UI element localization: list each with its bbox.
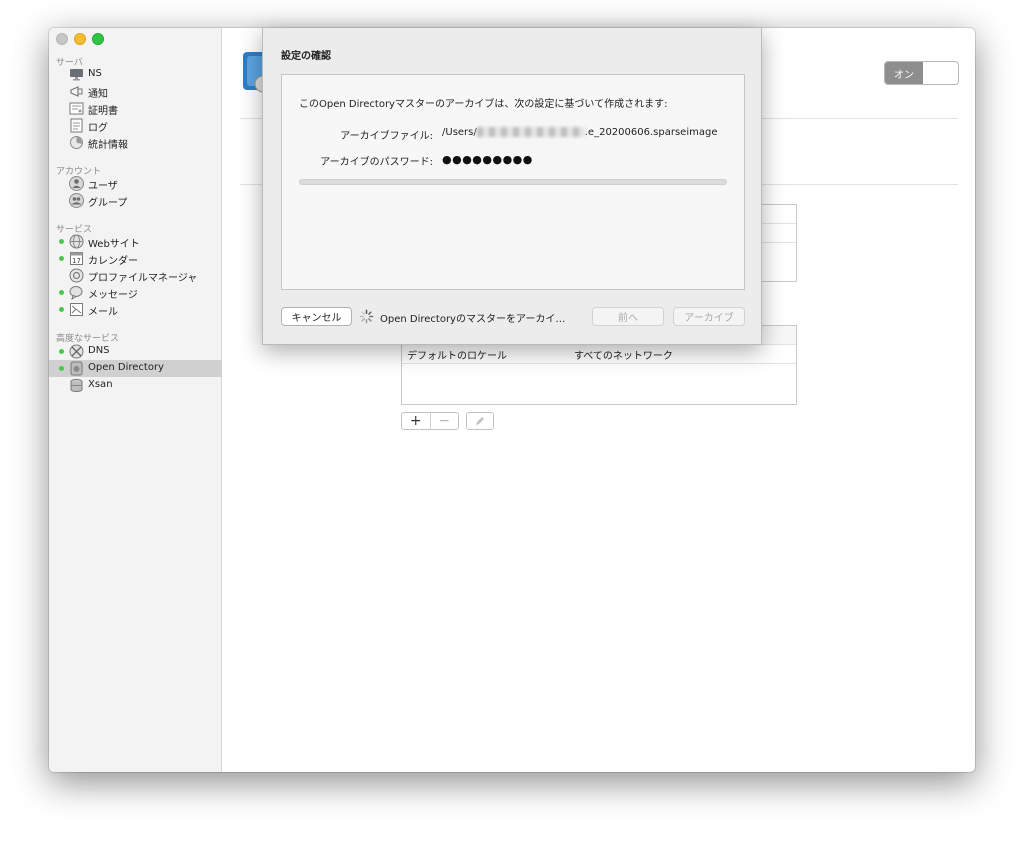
sidebar-item-messages[interactable]: メッセージ	[49, 284, 222, 301]
sidebar-item-notifications[interactable]: 通知	[49, 83, 222, 100]
sidebar-item-label: プロファイルマネージャ	[88, 273, 198, 284]
stats-icon	[70, 136, 83, 149]
sidebar-item-label: Xsan	[88, 379, 113, 390]
service-running-indicator	[59, 366, 64, 371]
messages-icon	[69, 286, 83, 300]
locale-network-cell: すべてのネットワーク	[574, 350, 673, 362]
log-icon	[70, 118, 83, 133]
add-button[interactable]: +	[402, 413, 431, 429]
edit-button[interactable]	[466, 412, 494, 430]
archive-progress-bar	[299, 179, 727, 185]
sidebar-item-open-directory[interactable]: Open Directory	[49, 360, 222, 377]
archive-password-value: ●●●●●●●●●	[442, 153, 533, 166]
sidebar-item-calendar[interactable]: 17 カレンダー	[49, 250, 222, 267]
service-running-indicator	[59, 349, 64, 354]
sidebar-item-certificates[interactable]: 証明書	[49, 100, 222, 117]
service-toggle[interactable]: オン	[884, 61, 959, 85]
sidebar-item-label: メッセージ	[88, 290, 138, 301]
display-icon	[70, 69, 83, 81]
open-directory-icon	[70, 361, 83, 376]
archive-button[interactable]: アーカイブ	[673, 307, 745, 326]
settings-summary-box: このOpen Directoryマスターのアーカイブは、次の設定に基づいて作成さ…	[281, 74, 745, 290]
sidebar-item-websites[interactable]: Webサイト	[49, 233, 222, 250]
archive-file-value: /Users/ .e_20200606.sparseimage	[442, 127, 717, 138]
sidebar-item-label: グループ	[88, 198, 128, 209]
locale-name-cell: デフォルトのロケール	[407, 350, 507, 362]
archive-password-label: アーカイブのパスワード:	[320, 157, 433, 168]
archive-file-prefix: /Users/	[442, 127, 477, 138]
remove-button[interactable]: −	[431, 413, 459, 429]
profile-manager-icon	[69, 268, 84, 283]
mail-icon	[70, 303, 83, 316]
sidebar: サーバ NS 通知 証明書 ログ 統計情報 アカウント ユーザ グループ サービ…	[49, 28, 222, 772]
previous-button[interactable]: 前へ	[592, 307, 664, 326]
megaphone-icon	[70, 86, 83, 97]
sidebar-item-mail[interactable]: メール	[49, 301, 222, 318]
archive-status-text: Open Directoryのマスターをアーカイ…	[380, 314, 566, 325]
spinner-icon	[359, 309, 374, 324]
pencil-icon	[467, 413, 493, 429]
table-row[interactable]: デフォルトのロケール すべてのネットワーク	[402, 345, 796, 364]
sidebar-item-logs[interactable]: ログ	[49, 117, 222, 134]
zoom-window-button[interactable]	[92, 33, 104, 45]
sidebar-item-label: メール	[88, 307, 118, 318]
user-icon	[69, 176, 84, 191]
calendar-day-label: 17	[72, 257, 81, 265]
sidebar-item-groups[interactable]: グループ	[49, 192, 222, 209]
close-window-button[interactable]	[56, 33, 68, 45]
archive-file-label: アーカイブファイル:	[340, 131, 433, 142]
service-running-indicator	[59, 256, 64, 261]
sidebar-item-label: Open Directory	[88, 362, 164, 373]
sidebar-item-profile-manager[interactable]: プロファイルマネージャ	[49, 267, 222, 284]
archive-file-suffix: .e_20200606.sparseimage	[584, 127, 718, 138]
sidebar-item-label: 統計情報	[88, 140, 128, 151]
sidebar-item-label: カレンダー	[88, 256, 138, 267]
sidebar-item-ns[interactable]: NS	[49, 66, 222, 83]
sheet-title: 設定の確認	[281, 51, 331, 62]
sidebar-item-label: 通知	[88, 89, 108, 100]
service-running-indicator	[59, 290, 64, 295]
service-running-indicator	[59, 307, 64, 312]
dns-icon	[69, 344, 84, 359]
toggle-on-label: オン	[885, 62, 923, 84]
minimize-window-button[interactable]	[74, 33, 86, 45]
sidebar-item-label: 証明書	[88, 106, 118, 117]
summary-intro-text: このOpen Directoryマスターのアーカイブは、次の設定に基づいて作成さ…	[299, 99, 668, 110]
sidebar-item-label: ログ	[88, 123, 108, 134]
confirm-settings-sheet: 設定の確認 このOpen Directoryマスターのアーカイブは、次の設定に基…	[262, 28, 762, 345]
add-remove-control: + −	[401, 412, 459, 430]
cancel-button[interactable]: キャンセル	[281, 307, 352, 326]
sidebar-item-dns[interactable]: DNS	[49, 343, 222, 360]
traffic-lights	[56, 33, 104, 45]
sidebar-item-label: ユーザ	[88, 181, 118, 192]
globe-icon	[69, 234, 84, 249]
sidebar-item-label: DNS	[88, 345, 110, 356]
certificate-icon	[69, 102, 84, 115]
service-running-indicator	[59, 239, 64, 244]
redacted-username	[476, 127, 585, 137]
sidebar-item-label: NS	[88, 68, 102, 79]
sidebar-item-stats[interactable]: 統計情報	[49, 134, 222, 151]
group-icon	[69, 193, 84, 208]
sidebar-item-users[interactable]: ユーザ	[49, 175, 222, 192]
sidebar-item-xsan[interactable]: Xsan	[49, 377, 222, 394]
sidebar-item-label: Webサイト	[88, 239, 140, 250]
xsan-icon	[70, 379, 83, 392]
calendar-icon: 17	[70, 252, 83, 265]
